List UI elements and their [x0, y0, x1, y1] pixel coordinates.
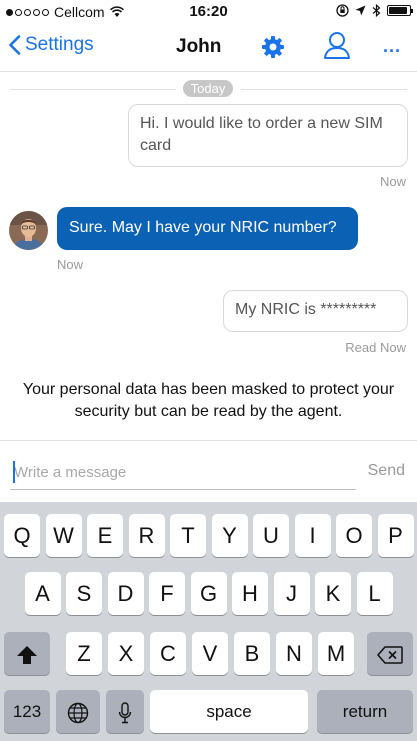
keyboard-key[interactable]: T	[170, 514, 206, 557]
keyboard-key[interactable]: Q	[4, 514, 40, 557]
shift-icon	[17, 646, 37, 665]
keyboard-key[interactable]: P	[377, 514, 414, 557]
dictation-key[interactable]	[106, 690, 144, 733]
location-arrow-icon	[355, 5, 366, 16]
back-button-label: Settings	[25, 34, 94, 55]
message-input[interactable]	[10, 456, 356, 490]
gear-icon[interactable]	[261, 35, 285, 59]
keyboard: QWERTYUIOP ASDFGHJKL ZXCVBNM 123 space r…	[0, 502, 417, 741]
message-time: Now	[379, 174, 406, 189]
orientation-lock-icon	[336, 4, 349, 17]
numbers-key[interactable]: 123	[4, 690, 50, 733]
microphone-icon	[118, 702, 132, 724]
keyboard-key[interactable]: H	[232, 572, 268, 615]
globe-icon	[67, 702, 89, 724]
keyboard-key[interactable]: G	[190, 572, 227, 615]
keyboard-key[interactable]: N	[276, 632, 312, 675]
send-button[interactable]: Send	[368, 462, 405, 480]
date-divider: Today	[0, 80, 417, 98]
keyboard-key[interactable]: Z	[66, 632, 102, 675]
keyboard-key[interactable]: V	[192, 632, 228, 675]
globe-key[interactable]	[56, 690, 100, 733]
outgoing-message: Hi. I would like to order a new SIM card	[128, 104, 408, 167]
keyboard-key[interactable]: J	[273, 572, 310, 615]
delete-key[interactable]	[367, 632, 413, 675]
keyboard-key[interactable]: I	[294, 514, 331, 557]
keyboard-key[interactable]: L	[356, 572, 393, 615]
return-key[interactable]: return	[317, 690, 413, 733]
read-receipt: Read	[345, 340, 377, 355]
keyboard-key[interactable]: R	[128, 514, 165, 557]
outgoing-message: My NRIC is *********	[223, 290, 408, 332]
space-key[interactable]: space	[150, 690, 308, 733]
keyboard-key[interactable]: U	[253, 514, 289, 557]
keyboard-key[interactable]: D	[107, 572, 144, 615]
keyboard-key[interactable]: M	[318, 632, 354, 675]
backspace-icon	[377, 646, 403, 664]
shift-key[interactable]	[4, 632, 50, 675]
message-composer: Send	[0, 440, 417, 500]
keyboard-key[interactable]: C	[150, 632, 186, 675]
keyboard-key[interactable]: A	[24, 572, 61, 615]
status-bar: Cellcom 16:20	[0, 0, 417, 22]
message-status: Read Now	[345, 340, 406, 355]
keyboard-key[interactable]: O	[336, 514, 372, 557]
incoming-message: Sure. May I have your NRIC number?	[57, 207, 358, 250]
text-cursor	[13, 461, 15, 483]
keyboard-key[interactable]: B	[234, 632, 270, 675]
back-button[interactable]: Settings	[8, 34, 94, 56]
message-text: My NRIC is *********	[235, 301, 377, 318]
keyboard-key[interactable]: F	[149, 572, 185, 615]
keyboard-key[interactable]: W	[45, 514, 82, 557]
date-divider-label: Today	[183, 80, 233, 97]
more-options-button[interactable]: ...	[383, 36, 401, 57]
keyboard-key[interactable]: E	[87, 514, 123, 557]
keyboard-key[interactable]: Y	[211, 514, 248, 557]
message-text: Hi. I would like to order a new SIM card	[140, 115, 383, 154]
agent-avatar	[9, 211, 48, 250]
message-text: Sure. May I have your NRIC number?	[69, 219, 337, 236]
profile-icon[interactable]	[323, 30, 351, 60]
keyboard-key[interactable]: S	[66, 572, 102, 615]
chevron-left-icon	[9, 35, 21, 55]
message-time: Now	[57, 257, 84, 272]
privacy-notice: Your personal data has been masked to pr…	[22, 381, 395, 420]
bluetooth-icon	[372, 4, 381, 17]
keyboard-key[interactable]: K	[315, 572, 351, 615]
message-time: Now	[379, 340, 406, 355]
nav-bar: Settings John ...	[0, 22, 417, 72]
battery-icon	[387, 5, 413, 16]
keyboard-key[interactable]: X	[108, 632, 144, 675]
page-title: John	[176, 36, 222, 57]
